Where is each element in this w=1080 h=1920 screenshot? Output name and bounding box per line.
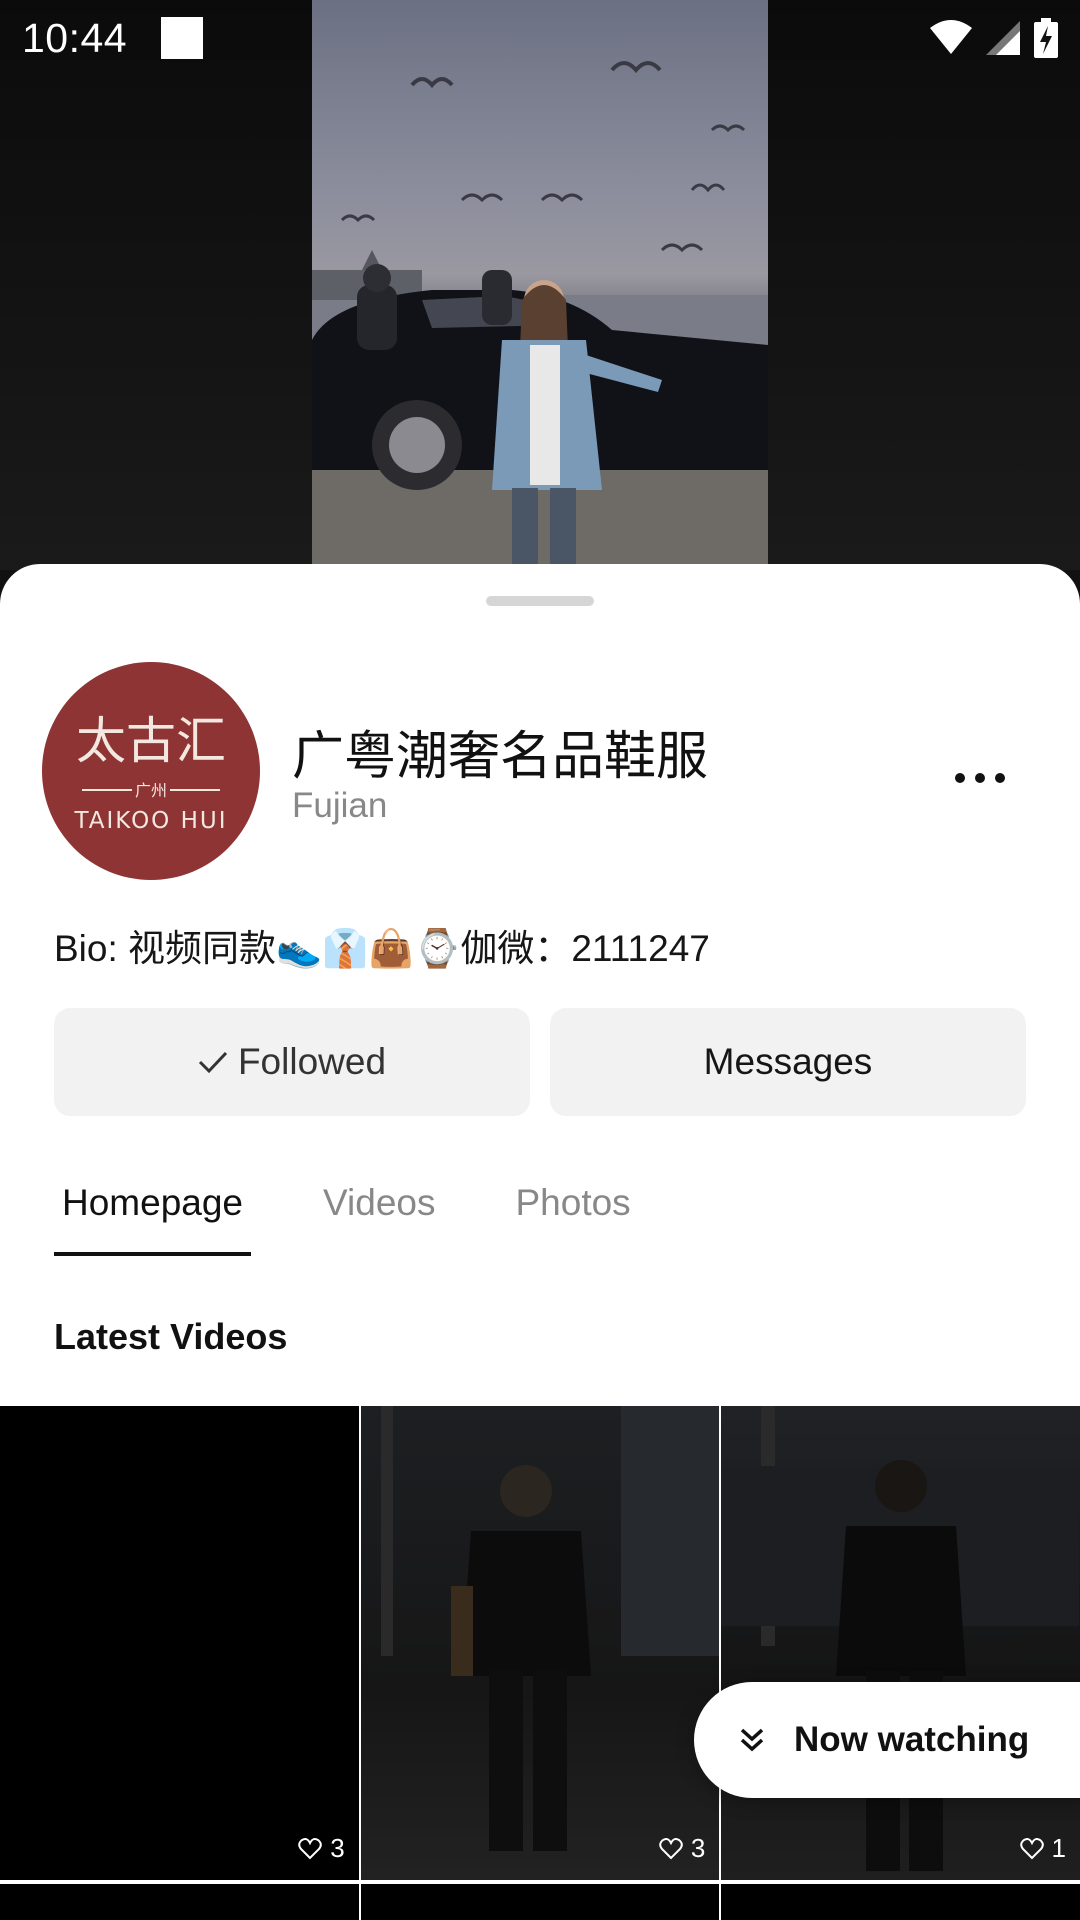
video-grid: 3 3 1 [0,1406,1080,1920]
video-thumbnail[interactable]: 1 [721,1406,1080,1880]
notification-icon [161,17,204,59]
profile-location: Fujian [292,786,388,825]
video-scene-image [312,61,768,570]
heart-icon [659,1837,683,1859]
taikoo-hui-logo: 太古汇 广州 TAIKOO HUI [73,712,227,834]
tab-homepage[interactable]: Homepage [54,1182,252,1256]
messages-button[interactable]: Messages [550,1008,1026,1116]
profile-bio: Bio: 视频同款👟👔👜⌚伽微：2111247 [54,928,710,969]
checkmark-icon [198,1051,228,1074]
like-count-value: 3 [690,1833,706,1863]
video-frame[interactable] [312,0,768,570]
profile-name: 广粤潮奢名品鞋服 [292,728,709,786]
status-time: 10:44 [22,14,128,61]
followed-button[interactable]: Followed [54,1008,530,1116]
video-thumbnail[interactable] [721,1884,1080,1920]
tab-videos[interactable]: Videos [315,1182,443,1252]
video-thumbnail[interactable] [360,1884,720,1920]
avatar[interactable]: 太古汇 广州 TAIKOO HUI [42,662,260,880]
video-thumbnail-image [380,1406,719,1851]
now-watching-label: Now watching [794,1720,1030,1759]
heart-icon [298,1837,322,1859]
messages-label: Messages [703,1041,873,1082]
latest-videos-title: Latest Videos [54,1316,288,1357]
svg-text:TAIKOO HUI: TAIKOO HUI [73,808,227,834]
chevron-double-down-icon [740,1728,764,1752]
like-count-value: 3 [330,1833,345,1863]
status-bar: 10:44 [0,0,1080,76]
tab-photos[interactable]: Photos [507,1182,638,1252]
followed-label: Followed [237,1041,387,1082]
video-thumbnail[interactable]: 3 [360,1406,720,1880]
status-icons [930,18,1058,58]
battery-charging-icon [1034,18,1058,58]
heart-icon [1019,1837,1044,1859]
like-count: 3 [659,1833,705,1864]
sheet-drag-handle[interactable] [486,596,594,606]
cellular-signal-icon [986,21,1020,55]
svg-text:广州: 广州 [135,781,167,800]
now-watching-button[interactable]: Now watching [694,1682,1080,1798]
video-player-background[interactable] [0,0,1080,570]
like-count: 1 [1019,1833,1067,1864]
more-options-button[interactable] [940,748,1020,808]
wifi-icon [930,20,972,54]
like-count-value: 1 [1051,1833,1067,1863]
svg-text:太古汇: 太古汇 [76,712,226,770]
more-horizontal-icon [955,773,1005,783]
video-thumbnail[interactable] [0,1884,359,1920]
video-thumbnail[interactable]: 3 [0,1406,359,1880]
like-count: 3 [298,1833,345,1864]
video-thumbnail-image [721,1406,1080,1871]
video-grid-next-row [0,1884,1080,1920]
profile-tabs: Homepage Videos Photos [54,1182,703,1256]
